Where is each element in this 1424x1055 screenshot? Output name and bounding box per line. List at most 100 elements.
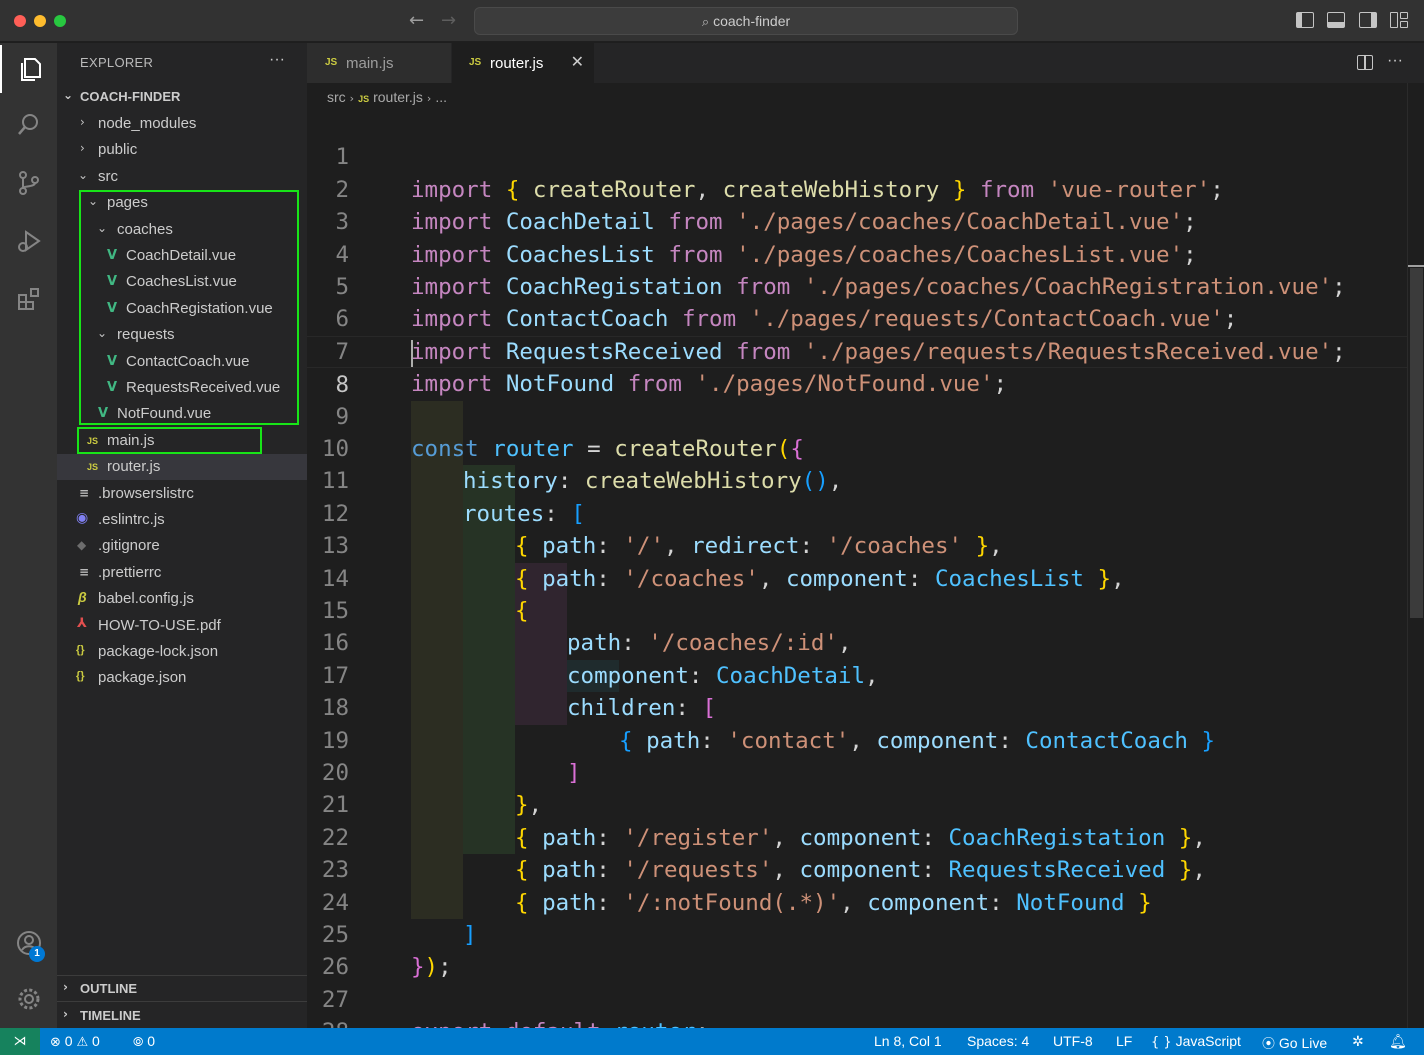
tree-item-babel-config[interactable]: β babel.config.js bbox=[57, 586, 307, 612]
tree-item-gitignore[interactable]: ◆ .gitignore bbox=[57, 533, 307, 559]
back-arrow-icon[interactable]: ← bbox=[409, 10, 424, 31]
explorer-icon[interactable] bbox=[0, 45, 57, 93]
split-editor-icon[interactable] bbox=[1357, 55, 1373, 70]
breadcrumb-symbol[interactable]: ... bbox=[435, 89, 447, 105]
babel-file-icon: β bbox=[78, 589, 87, 605]
explorer-more-icon[interactable]: ··· bbox=[269, 51, 285, 69]
encoding[interactable]: UTF-8 bbox=[1053, 1033, 1093, 1049]
timeline-label: TIMELINE bbox=[80, 1008, 141, 1023]
code-line: 26 bbox=[321, 954, 349, 981]
code-line: 2 import CoachDetail from './pages/coach… bbox=[335, 176, 1197, 236]
indentation[interactable]: Spaces: 4 bbox=[967, 1033, 1029, 1049]
language-mode[interactable]: { } JavaScript bbox=[1151, 1033, 1241, 1050]
tree-item-prettierrc[interactable]: ≡ .prettierrc bbox=[57, 560, 307, 586]
maximize-window-button[interactable] bbox=[54, 15, 66, 27]
tree-item-src[interactable]: ⌄ src bbox=[57, 164, 307, 190]
explorer-sidebar: EXPLORER ··· ⌄ COACH-FINDER › node_modul… bbox=[57, 43, 307, 1028]
json-file-icon: {} bbox=[76, 670, 85, 682]
chevron-right-icon: › bbox=[63, 1007, 68, 1021]
code-line: 4 import CoachRegistation from './pages/… bbox=[335, 241, 1346, 300]
code-line: 10 history: createWebHistory(), bbox=[321, 436, 843, 495]
ports-indicator[interactable]: ⦾ 0 bbox=[133, 1033, 155, 1050]
accounts-badge: 1 bbox=[29, 946, 45, 962]
editor-more-icon[interactable]: ··· bbox=[1387, 52, 1403, 70]
code-line: 28 bbox=[307, 984, 1407, 1045]
chevron-right-icon: › bbox=[63, 980, 68, 994]
forward-arrow-icon[interactable]: → bbox=[441, 10, 456, 31]
text-file-icon: ≡ bbox=[79, 565, 90, 579]
tree-item-eslintrc[interactable]: ◉ .eslintrc.js bbox=[57, 507, 307, 533]
chevron-right-icon: › bbox=[426, 92, 432, 105]
minimize-window-button[interactable] bbox=[34, 15, 46, 27]
tree-item-label: node_modules bbox=[98, 115, 197, 132]
activity-bar: 1 bbox=[0, 43, 57, 1028]
tree-item-label: public bbox=[98, 141, 138, 158]
remote-indicator-icon[interactable]: ⋊ bbox=[0, 1028, 40, 1055]
tab-bar: JS main.js JS router.js ✕ ··· bbox=[307, 43, 1424, 83]
chevron-right-icon: › bbox=[80, 115, 85, 129]
git-file-icon: ◆ bbox=[77, 538, 87, 552]
error-icon: ⊗ bbox=[50, 1035, 61, 1050]
run-debug-icon[interactable] bbox=[0, 217, 57, 265]
json-file-icon: {} bbox=[76, 644, 85, 656]
tree-item-package-lock[interactable]: {} package-lock.json bbox=[57, 639, 307, 665]
copilot-icon[interactable]: ✲ bbox=[1352, 1033, 1364, 1050]
problems-indicator[interactable]: ⊗ 0 ⚠ 0 bbox=[50, 1033, 100, 1050]
manage-gear-icon[interactable] bbox=[0, 975, 57, 1023]
code-line: 15 path: '/coaches/:id', bbox=[321, 598, 852, 657]
js-file-icon: JS bbox=[87, 462, 99, 472]
tree-item-label: src bbox=[98, 168, 118, 185]
editor-area: JS main.js JS router.js ✕ ··· src › JS rout… bbox=[307, 43, 1424, 1045]
scrollbar-thumb[interactable] bbox=[1410, 268, 1423, 618]
tab-router-js[interactable]: JS router.js ✕ bbox=[452, 43, 594, 83]
close-icon[interactable]: ✕ bbox=[571, 52, 584, 71]
source-control-icon[interactable] bbox=[0, 159, 57, 207]
tree-item-label: .browserslistrc bbox=[98, 485, 194, 502]
toggle-panel-icon[interactable] bbox=[1327, 12, 1345, 28]
accounts-icon[interactable]: 1 bbox=[0, 919, 57, 967]
code-line: 23 { path: '/:notFound(.*)', component: … bbox=[321, 857, 1152, 916]
toggle-secondary-sidebar-icon[interactable] bbox=[1359, 12, 1377, 28]
breadcrumb-folder[interactable]: src bbox=[327, 89, 346, 105]
tree-item-label: .eslintrc.js bbox=[98, 511, 165, 528]
go-live-button[interactable]: ⦿ Go Live bbox=[1262, 1033, 1327, 1052]
tree-item-how-to-use[interactable]: ⅄ HOW-TO-USE.pdf bbox=[57, 613, 307, 639]
pdf-file-icon: ⅄ bbox=[77, 616, 87, 631]
extensions-icon[interactable] bbox=[0, 275, 57, 323]
tree-item-label: package.json bbox=[98, 669, 187, 686]
code-line: 18 { path: 'contact', component: Contact… bbox=[321, 695, 1216, 754]
tab-main-js[interactable]: JS main.js bbox=[307, 43, 452, 83]
breadcrumb-file[interactable]: router.js bbox=[373, 89, 423, 105]
code-line: 27 export default router; bbox=[321, 986, 709, 1045]
timeline-section-header[interactable]: › TIMELINE bbox=[57, 1004, 307, 1028]
outline-section-header[interactable]: › OUTLINE bbox=[57, 977, 307, 1001]
toggle-primary-sidebar-icon[interactable] bbox=[1296, 12, 1314, 28]
tree-item-label: HOW-TO-USE.pdf bbox=[98, 617, 221, 634]
notifications-bell-icon[interactable]: 🔔︎ bbox=[1389, 1033, 1407, 1050]
close-window-button[interactable] bbox=[14, 15, 26, 27]
code-line: 13 { path: '/coaches', component: Coache… bbox=[321, 533, 1125, 592]
code-line: 17 children: [ bbox=[321, 662, 717, 722]
vertical-scrollbar[interactable] bbox=[1407, 83, 1424, 1028]
cursor-position[interactable]: Ln 8, Col 1 bbox=[874, 1033, 942, 1049]
project-section-header[interactable]: ⌄ COACH-FINDER bbox=[57, 85, 307, 109]
tree-item-label: package-lock.json bbox=[98, 643, 219, 660]
line-ending[interactable]: LF bbox=[1116, 1033, 1132, 1049]
tab-label: router.js bbox=[490, 55, 544, 72]
current-line: 8 bbox=[307, 335, 1407, 398]
tree-item-router-js[interactable]: JS router.js bbox=[57, 454, 307, 480]
main-js-highlight-box bbox=[77, 427, 262, 454]
tree-item-node-modules[interactable]: › node_modules bbox=[57, 111, 307, 137]
chevron-right-icon: › bbox=[349, 92, 355, 105]
tree-item-package-json[interactable]: {} package.json bbox=[57, 665, 307, 691]
chevron-down-icon: ⌄ bbox=[63, 88, 74, 102]
tree-item-public[interactable]: › public bbox=[57, 137, 307, 163]
search-icon[interactable] bbox=[0, 101, 57, 149]
customize-layout-icon[interactable] bbox=[1390, 12, 1408, 28]
code-line: 12 { path: '/', redirect: '/coaches' }, bbox=[321, 500, 1003, 560]
code-line: 11 routes: [ bbox=[321, 468, 585, 527]
tree-item-browserslistrc[interactable]: ≡ .browserslistrc bbox=[57, 481, 307, 507]
command-center-search[interactable]: ⌕ coach-finder bbox=[474, 7, 1018, 35]
code-line: 16 component: CoachDetail, bbox=[321, 630, 879, 689]
js-file-icon: JS bbox=[358, 94, 370, 104]
